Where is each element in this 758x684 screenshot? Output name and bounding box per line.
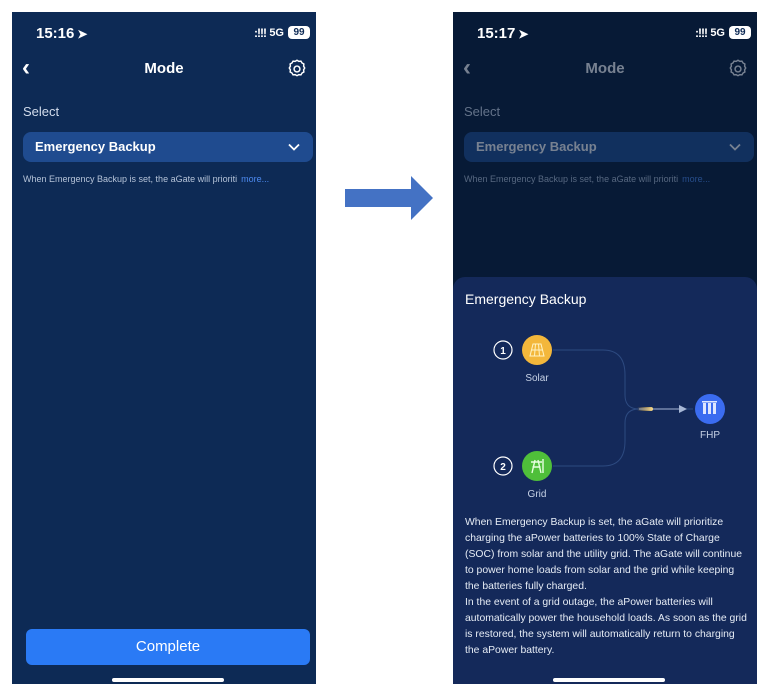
status-time: 15:16 ➤ bbox=[36, 25, 88, 42]
select-label: Select bbox=[23, 104, 60, 119]
gear-icon[interactable] bbox=[727, 58, 749, 80]
dropdown-value: Emergency Backup bbox=[35, 139, 156, 154]
page-title: Mode bbox=[144, 60, 184, 77]
grid-flow-line bbox=[553, 408, 640, 467]
dropdown-value: Emergency Backup bbox=[476, 139, 597, 154]
fhp-label: FHP bbox=[700, 430, 720, 441]
network-type: 5G bbox=[710, 27, 725, 39]
nav-bar: ‹ Mode bbox=[453, 52, 757, 88]
description-paragraph-1: When Emergency Backup is set, the aGate … bbox=[465, 517, 743, 592]
fhp-node: FHP bbox=[695, 394, 725, 441]
gear-icon[interactable] bbox=[286, 58, 308, 80]
solar-label: Solar bbox=[525, 373, 549, 384]
complete-button[interactable]: Complete bbox=[26, 629, 310, 665]
select-label: Select bbox=[464, 104, 501, 119]
description-paragraph-2: In the event of a grid outage, the aPowe… bbox=[465, 597, 747, 656]
solar-node: 1 Solar bbox=[493, 335, 552, 384]
grid-circle bbox=[522, 451, 552, 481]
battery-badge: 99 bbox=[288, 26, 310, 39]
mode-description: When Emergency Backup is set, the aGate … bbox=[465, 515, 750, 659]
chevron-down-icon bbox=[729, 143, 741, 151]
chevron-down-icon bbox=[288, 143, 300, 151]
mode-dropdown[interactable]: Emergency Backup bbox=[464, 132, 754, 162]
signal-icon: :!!! bbox=[254, 26, 267, 40]
status-bar: 15:17 ➤ :!!! 5G 99 bbox=[453, 12, 757, 52]
flow-glow bbox=[637, 407, 653, 411]
grid-node: 2 Grid bbox=[493, 451, 552, 500]
energy-flow-diagram: 1 Solar 2 Grid FHP bbox=[493, 335, 725, 500]
hint-text: When Emergency Backup is set, the aGate … bbox=[23, 174, 238, 184]
battery-badge: 99 bbox=[729, 26, 751, 39]
status-bar: 15:16 ➤ :!!! 5G 99 bbox=[12, 12, 316, 52]
location-arrow-icon: ➤ bbox=[77, 27, 88, 41]
location-arrow-icon: ➤ bbox=[518, 27, 529, 41]
page-title: Mode bbox=[585, 60, 625, 77]
mode-info-sheet: Emergency Backup 1 Solar 2 Grid FHP When… bbox=[453, 277, 757, 684]
network-type: 5G bbox=[269, 27, 284, 39]
sheet-title: Emergency Backup bbox=[465, 291, 587, 307]
more-link[interactable]: more... bbox=[682, 174, 710, 184]
home-indicator bbox=[112, 678, 224, 682]
mode-hint: When Emergency Backup is set, the aGate … bbox=[464, 174, 710, 184]
home-indicator bbox=[553, 678, 665, 682]
nav-bar: ‹ Mode bbox=[12, 52, 316, 88]
solar-number: 1 bbox=[500, 346, 506, 357]
grid-number: 2 bbox=[500, 462, 506, 473]
mode-screen-after: 15:17 ➤ :!!! 5G 99 ‹ Mode Select Emergenc… bbox=[453, 12, 757, 684]
solar-flow-line bbox=[553, 349, 693, 410]
hint-text: When Emergency Backup is set, the aGate … bbox=[464, 174, 679, 184]
grid-label: Grid bbox=[528, 489, 547, 500]
more-link[interactable]: more... bbox=[241, 174, 269, 184]
mode-hint: When Emergency Backup is set, the aGate … bbox=[23, 174, 269, 184]
right-arrow-icon bbox=[345, 176, 433, 220]
signal-icon: :!!! bbox=[695, 26, 708, 40]
mode-dropdown[interactable]: Emergency Backup bbox=[23, 132, 313, 162]
status-time: 15:17 ➤ bbox=[477, 25, 529, 42]
mode-screen-before: 15:16 ➤ :!!! 5G 99 ‹ Mode Select Emergenc… bbox=[12, 12, 316, 684]
